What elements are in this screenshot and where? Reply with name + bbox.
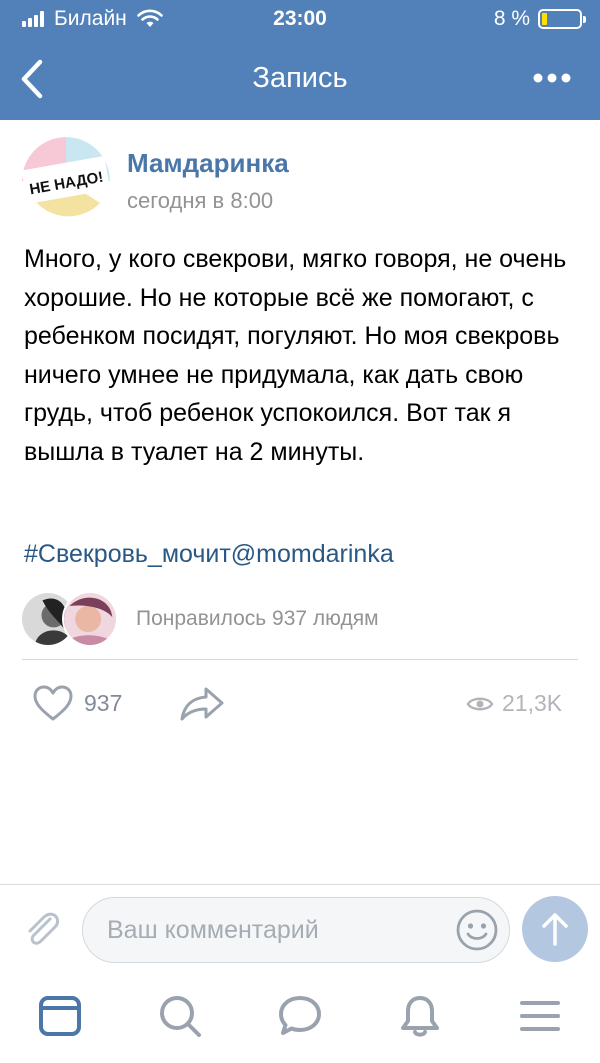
liked-by-text[interactable]: Понравилось 937 людям — [136, 607, 379, 631]
views-count: 21,3K — [502, 690, 563, 716]
post-timestamp: сегодня в 8:00 — [127, 188, 274, 213]
author-name[interactable]: Мамдаринка — [127, 148, 289, 179]
tab-messages-icon[interactable] — [277, 993, 323, 1039]
share-icon[interactable] — [178, 684, 226, 722]
more-options-icon[interactable] — [532, 68, 572, 88]
eye-icon — [466, 697, 494, 711]
battery-icon — [538, 9, 586, 29]
author-avatar[interactable]: НЕ НАДО! — [22, 137, 110, 225]
post-text: Много, у кого свекрови, мягко говоря, не… — [24, 245, 567, 466]
tab-search-icon[interactable] — [157, 993, 203, 1039]
tab-bar — [0, 975, 600, 1063]
liker-avatars[interactable] — [20, 591, 120, 649]
heart-icon[interactable] — [32, 684, 74, 722]
divider — [22, 659, 578, 660]
liker-avatar — [62, 591, 118, 647]
comment-input[interactable] — [82, 897, 510, 963]
paperclip-icon[interactable] — [20, 907, 64, 951]
status-bar: Билайн 23:00 8 % — [0, 0, 600, 38]
battery-percent: 8 % — [493, 7, 530, 30]
tab-news-icon[interactable] — [37, 993, 83, 1039]
tab-menu-icon[interactable] — [517, 993, 563, 1039]
page-title: Запись — [252, 62, 348, 94]
send-button[interactable] — [522, 896, 588, 962]
emoji-icon[interactable] — [454, 907, 500, 953]
post-hashtag-link[interactable]: #Свекровь_мочит@momdarinka — [24, 540, 394, 569]
like-count[interactable]: 937 — [84, 690, 122, 717]
comment-bar — [0, 884, 600, 974]
navigation-bar: Запись — [0, 38, 600, 120]
battery-group: 8 % — [493, 7, 586, 31]
top-bar: Билайн 23:00 8 % Запись — [0, 0, 600, 120]
tab-notifications-icon[interactable] — [397, 993, 443, 1039]
